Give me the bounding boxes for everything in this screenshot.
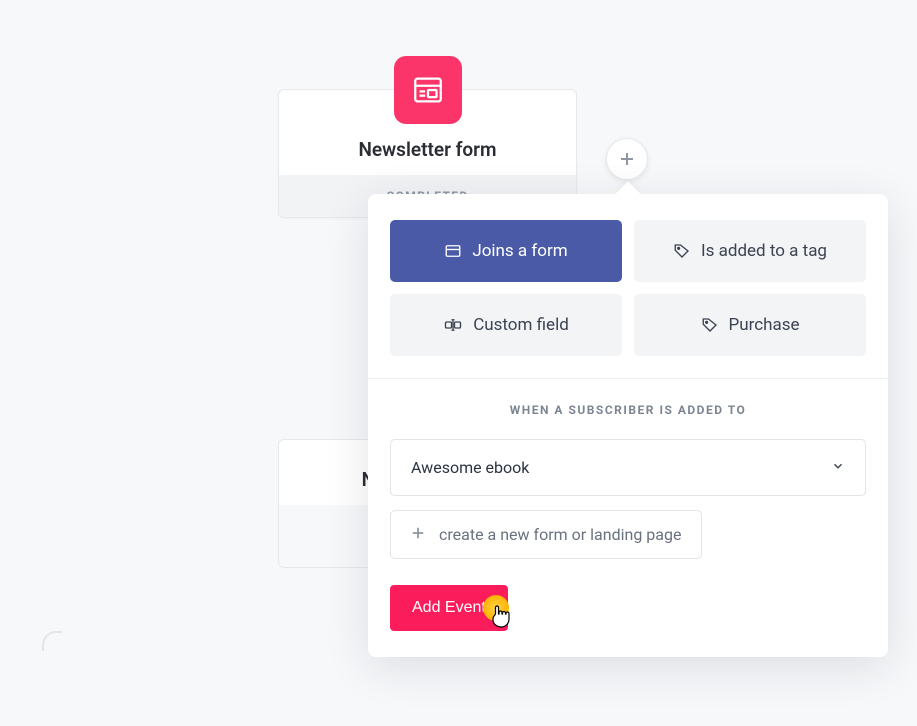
tab-label: Is added to a tag xyxy=(701,241,827,261)
tab-purchase[interactable]: Purchase xyxy=(634,294,866,356)
plus-icon xyxy=(411,525,425,544)
create-form-label: create a new form or landing page xyxy=(439,525,681,544)
tab-label: Custom field xyxy=(473,315,569,335)
tag-icon xyxy=(673,242,691,260)
tab-custom-field[interactable]: Custom field xyxy=(390,294,622,356)
form-select-value: Awesome ebook xyxy=(411,458,529,477)
chevron-down-icon xyxy=(831,458,845,477)
popup-heading: WHEN A SUBSCRIBER IS ADDED TO xyxy=(390,403,866,417)
tab-label: Joins a form xyxy=(472,241,567,261)
plus-icon xyxy=(619,151,635,167)
connector-right-vertical xyxy=(0,393,2,453)
connector-top-vertical xyxy=(0,0,2,245)
text-cursor-icon xyxy=(443,316,463,334)
add-trigger-button[interactable] xyxy=(606,138,648,180)
tab-added-tag[interactable]: Is added to a tag xyxy=(634,220,866,282)
add-event-button[interactable]: Add Event xyxy=(390,585,508,631)
connector-left-vertical xyxy=(0,331,2,391)
purchase-tag-icon xyxy=(701,316,719,334)
connector-right-horizontal xyxy=(0,391,369,393)
event-type-tabs: Joins a form Is added to a tag Custom xyxy=(368,194,888,378)
window-icon xyxy=(444,242,462,260)
connector-center-down xyxy=(0,245,2,329)
add-event-label: Add Event xyxy=(412,599,486,616)
connector-left-corner xyxy=(42,631,62,651)
add-event-popup: Joins a form Is added to a tag Custom xyxy=(368,194,888,657)
tab-label: Purchase xyxy=(729,315,800,335)
form-icon xyxy=(394,56,462,124)
tab-joins-form[interactable]: Joins a form xyxy=(390,220,622,282)
connector-left-horizontal xyxy=(0,329,367,331)
create-form-button[interactable]: create a new form or landing page xyxy=(390,510,702,559)
form-select[interactable]: Awesome ebook xyxy=(390,439,866,496)
